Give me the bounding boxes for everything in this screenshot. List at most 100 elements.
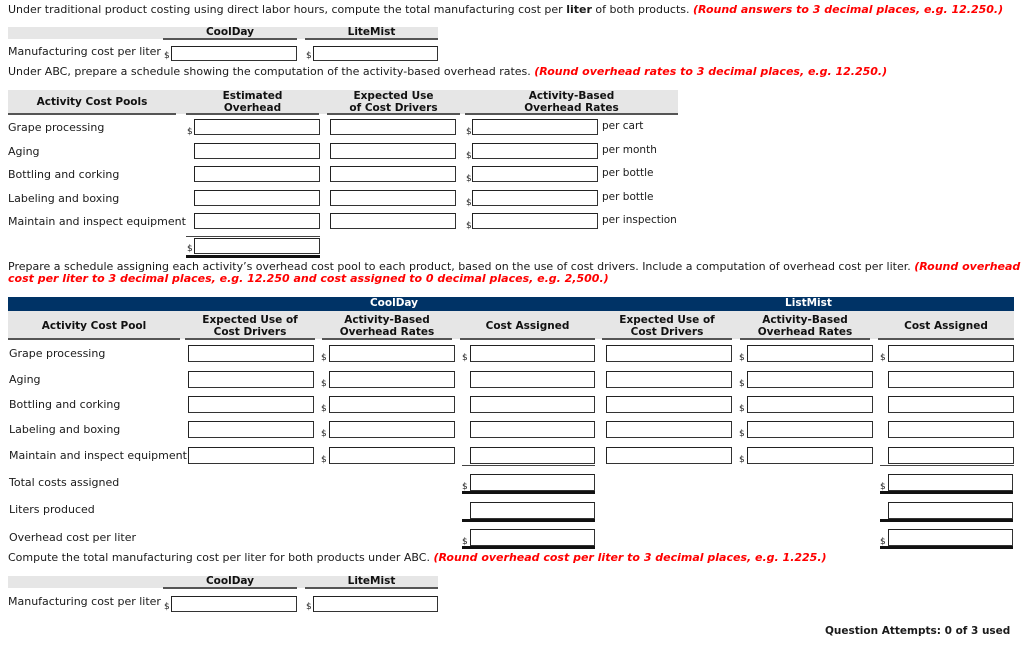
- estimated-overhead-input[interactable]: [194, 190, 320, 206]
- listmist-rate-input[interactable]: [747, 447, 873, 464]
- currency-symbol: $: [466, 151, 472, 161]
- activity-pool-label: Maintain and inspect equipment: [9, 449, 187, 462]
- currency-symbol: $: [466, 127, 472, 137]
- overhead-rate-input[interactable]: [472, 213, 598, 229]
- coolday-liters-produced-input[interactable]: [470, 502, 595, 519]
- instruction-text: Under ABC, prepare a schedule showing th…: [8, 65, 535, 78]
- activity-pool-label: Maintain and inspect equipment: [8, 215, 186, 228]
- overhead-rate-input[interactable]: [472, 166, 598, 182]
- estimated-overhead-input[interactable]: [194, 119, 320, 135]
- coolday-rate-input[interactable]: [329, 345, 455, 362]
- coolday-total-costs-input[interactable]: [470, 474, 595, 491]
- currency-symbol: $: [306, 602, 312, 612]
- expected-use-input[interactable]: [330, 143, 456, 159]
- litemist-traditional-cost-input[interactable]: [313, 46, 438, 61]
- subtotal-line: [462, 465, 595, 466]
- listmist-assigned-input[interactable]: [888, 371, 1014, 388]
- product-header-listmist: ListMist: [603, 297, 1014, 311]
- coolday-rate-input[interactable]: [329, 421, 455, 438]
- currency-symbol: $: [321, 429, 327, 439]
- currency-symbol: $: [739, 404, 745, 414]
- currency-symbol: $: [187, 127, 193, 137]
- listmist-assigned-input[interactable]: [888, 396, 1014, 413]
- currency-symbol: $: [880, 353, 886, 363]
- expected-use-input[interactable]: [330, 213, 456, 229]
- activity-pool-label: Bottling and corking: [9, 398, 121, 411]
- listmist-liters-produced-input[interactable]: [888, 502, 1013, 519]
- listmist-assigned-input[interactable]: [888, 421, 1014, 438]
- activity-pool-label: Bottling and corking: [8, 168, 120, 181]
- coolday-use-input[interactable]: [188, 345, 314, 362]
- listmist-overhead-per-liter-input[interactable]: [888, 529, 1013, 546]
- cost-driver-unit: per month: [602, 144, 657, 156]
- col-header-expected-use: Expected Use of Cost Drivers: [327, 90, 460, 115]
- header-line: Expected Use of: [619, 314, 715, 326]
- col-header-activity-based-rates: Activity-Based Overhead Rates: [465, 90, 678, 115]
- listmist-rate-input[interactable]: [747, 396, 873, 413]
- currency-symbol: $: [466, 221, 472, 231]
- estimated-overhead-input[interactable]: [194, 143, 320, 159]
- total-double-underline: [880, 491, 1013, 494]
- listmist-rate-input[interactable]: [747, 371, 873, 388]
- estimated-overhead-input[interactable]: [194, 213, 320, 229]
- cost-driver-unit: per bottle: [602, 167, 654, 179]
- overhead-rate-input[interactable]: [472, 190, 598, 206]
- col-header-estimated-overhead: Estimated Overhead: [186, 90, 319, 115]
- overhead-rate-input[interactable]: [472, 143, 598, 159]
- question-attempts: Question Attempts: 0 of 3 used: [825, 625, 1011, 637]
- expected-use-input[interactable]: [330, 119, 456, 135]
- currency-symbol: $: [187, 244, 193, 254]
- coolday-assigned-input[interactable]: [470, 396, 595, 413]
- currency-symbol: $: [306, 51, 312, 61]
- currency-symbol: $: [321, 404, 327, 414]
- currency-symbol: $: [321, 379, 327, 389]
- listmist-rate-input[interactable]: [747, 421, 873, 438]
- cost-driver-unit: per inspection: [602, 214, 677, 226]
- coolday-use-input[interactable]: [188, 421, 314, 438]
- coolday-rate-input[interactable]: [329, 447, 455, 464]
- listmist-assigned-input[interactable]: [888, 345, 1014, 362]
- col-header-activity-cost-pools: Activity Cost Pools: [8, 90, 176, 115]
- currency-symbol: $: [466, 174, 472, 184]
- navy-band-spacer: [8, 297, 185, 311]
- col-header-activity-cost-pool: Activity Cost Pool: [8, 311, 180, 340]
- rounding-note: (Round overhead rate,: [914, 260, 1024, 273]
- listmist-use-input[interactable]: [606, 421, 732, 438]
- overhead-rate-input[interactable]: [472, 119, 598, 135]
- coolday-assigned-input[interactable]: [470, 447, 595, 464]
- coolday-assigned-input[interactable]: [470, 421, 595, 438]
- coolday-rate-input[interactable]: [329, 371, 455, 388]
- col-header-coolday-use: Expected Use of Cost Drivers: [185, 311, 315, 340]
- currency-symbol: $: [466, 198, 472, 208]
- instruction-text: Compute the total manufacturing cost per…: [8, 551, 434, 564]
- listmist-use-input[interactable]: [606, 447, 732, 464]
- coolday-assigned-input[interactable]: [470, 371, 595, 388]
- subtotal-line: [186, 236, 320, 237]
- coolday-assigned-input[interactable]: [470, 345, 595, 362]
- header-line: Cost Drivers: [213, 326, 287, 338]
- total-estimated-overhead-input[interactable]: [194, 238, 320, 254]
- listmist-assigned-input[interactable]: [888, 447, 1014, 464]
- listmist-total-costs-input[interactable]: [888, 474, 1013, 491]
- coolday-overhead-per-liter-input[interactable]: [470, 529, 595, 546]
- listmist-rate-input[interactable]: [747, 345, 873, 362]
- col-header-listmist-use: Expected Use of Cost Drivers: [602, 311, 732, 340]
- coolday-abc-cost-input[interactable]: [171, 596, 297, 612]
- coolday-rate-input[interactable]: [329, 396, 455, 413]
- coolday-use-input[interactable]: [188, 371, 314, 388]
- listmist-use-input[interactable]: [606, 371, 732, 388]
- currency-symbol: $: [739, 429, 745, 439]
- coolday-use-input[interactable]: [188, 396, 314, 413]
- listmist-use-input[interactable]: [606, 396, 732, 413]
- expected-use-input[interactable]: [330, 166, 456, 182]
- coolday-use-input[interactable]: [188, 447, 314, 464]
- listmist-use-input[interactable]: [606, 345, 732, 362]
- litemist-abc-cost-input[interactable]: [313, 596, 438, 612]
- liters-produced-label: Liters produced: [9, 503, 95, 516]
- expected-use-input[interactable]: [330, 190, 456, 206]
- coolday-traditional-cost-input[interactable]: [171, 46, 297, 61]
- cost-driver-unit: per cart: [602, 120, 644, 132]
- row-label-manufacturing-cost: Manufacturing cost per liter: [8, 595, 161, 608]
- estimated-overhead-input[interactable]: [194, 166, 320, 182]
- col-header-listmist-rate: Activity-Based Overhead Rates: [740, 311, 870, 340]
